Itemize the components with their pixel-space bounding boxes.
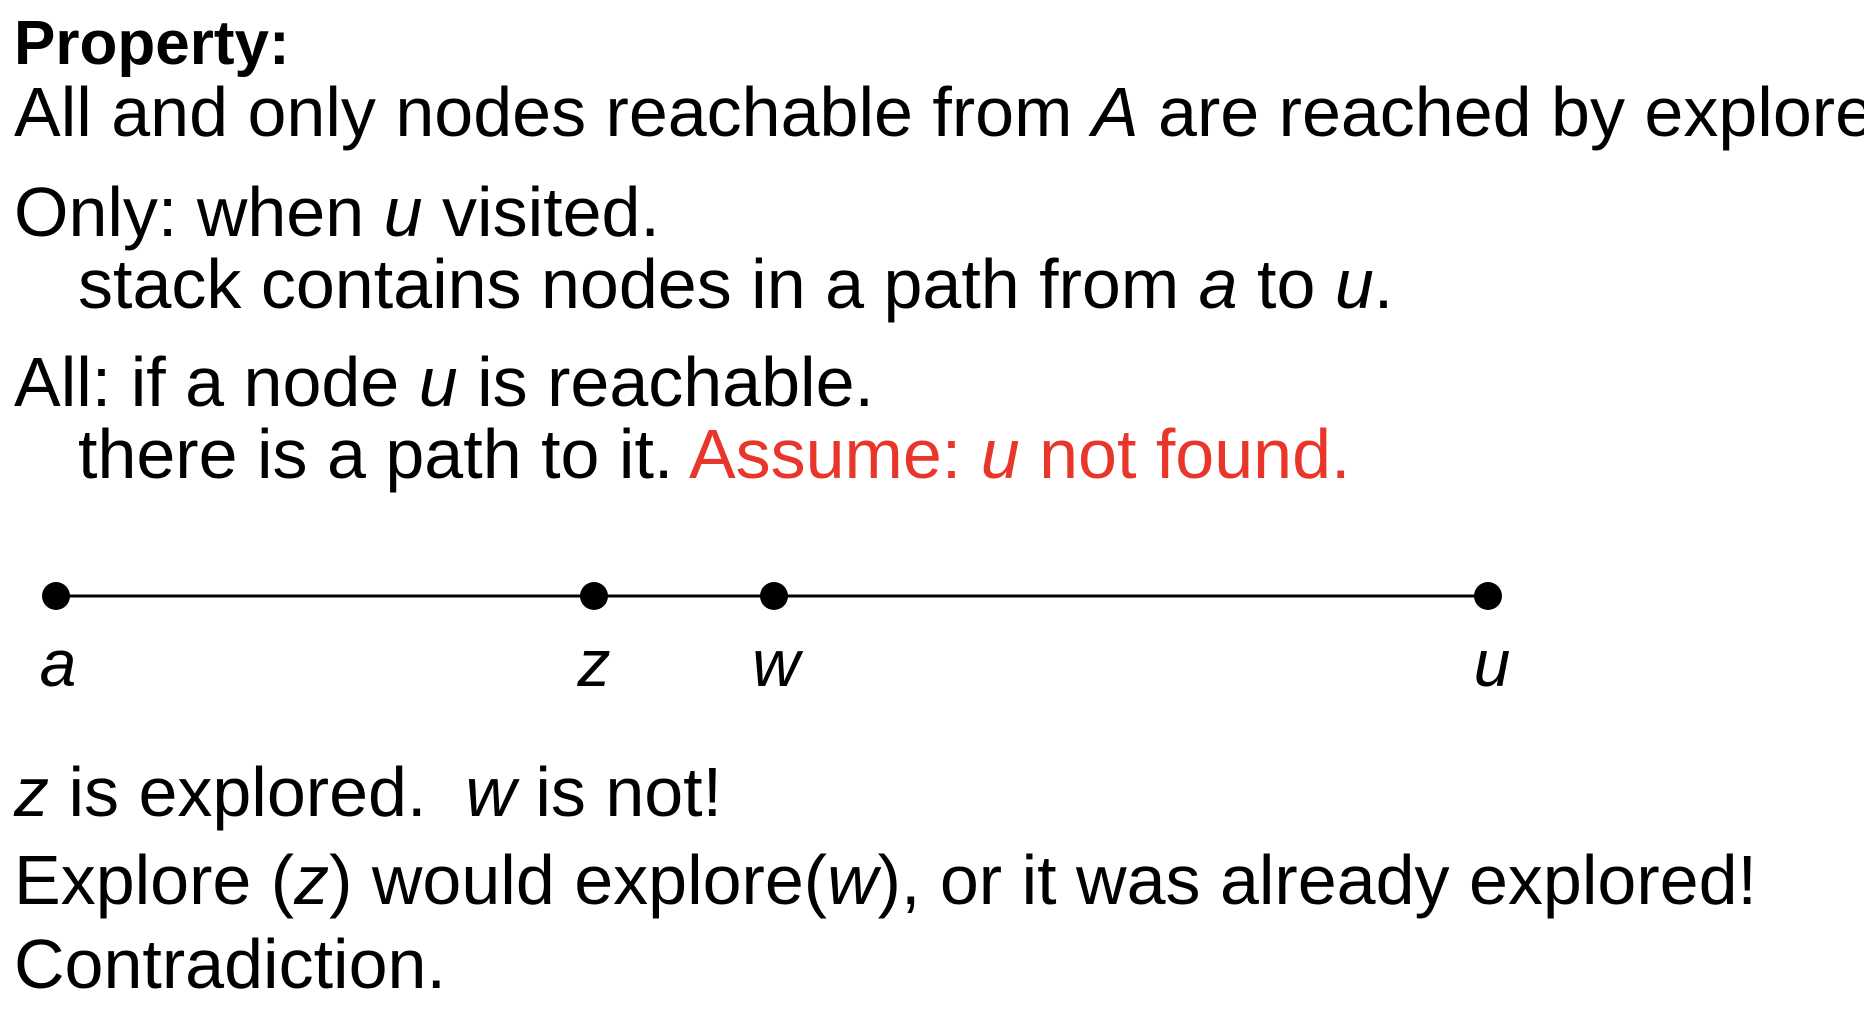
conclusion-line-1: z is explored. w is not! [14,752,722,832]
explore-variable-z: z [294,841,330,919]
node-a-label: a [40,626,77,700]
node-a-dot [42,582,70,610]
heading-text: Property: [14,9,290,78]
all-label: All: if a node [14,343,419,421]
path-diagram: a z w u [40,582,1511,700]
statement-text-end: are reached by explore. [1138,73,1864,151]
node-u-dot [1474,582,1502,610]
path-text: there is a path to it. [78,415,689,493]
all-case-line-1: All: if a node u is reachable. [14,342,874,422]
property-statement: All and only nodes reachable from A are … [14,72,1864,152]
conclusion-text-end: is not! [515,753,723,831]
explore-text-mid: ) would explore( [329,841,828,919]
conclusion-line-3: Contradiction. [14,924,446,1004]
stack-variable-u: u [1334,245,1374,323]
explore-text: Explore ( [14,841,295,919]
node-w-label: w [752,626,804,700]
assume-variable: u [980,415,1020,493]
only-label: Only: when [14,173,384,251]
node-u-label: u [1474,626,1511,700]
conclusion-variable-z: z [14,753,49,831]
only-variable: u [383,173,423,251]
stack-text-end: . [1373,245,1394,323]
assume-text-end: not found. [1019,415,1351,493]
assume-label: Assume: [688,415,981,493]
node-z-label: z [577,626,611,700]
stack-variable-a: a [1198,245,1238,323]
conclusion-text: is explored. [49,753,466,831]
statement-text: All and only nodes reachable from [14,73,1092,151]
statement-variable: A [1091,73,1139,151]
stack-text-mid: to [1237,245,1335,323]
explore-text-end: ), or it was already explored! [877,841,1757,919]
conclusion-line-2: Explore (z) would explore(w), or it was … [14,840,1757,920]
explore-variable-w: w [827,841,878,919]
assume-statement: Assume: u not found. [689,415,1351,493]
all-variable: u [418,343,458,421]
all-text-end: is reachable. [457,343,874,421]
all-case-line-2: there is a path to it. Assume: u not fou… [78,414,1350,494]
only-case-line-1: Only: when u visited. [14,172,660,252]
node-w-dot [760,582,788,610]
conclusion-variable-w: w [465,753,516,831]
node-z-dot [580,582,608,610]
only-case-line-2: stack contains nodes in a path from a to… [78,244,1393,324]
only-text-end: visited. [422,173,660,251]
contradiction-text: Contradiction. [14,925,446,1003]
stack-text: stack contains nodes in a path from [78,245,1199,323]
